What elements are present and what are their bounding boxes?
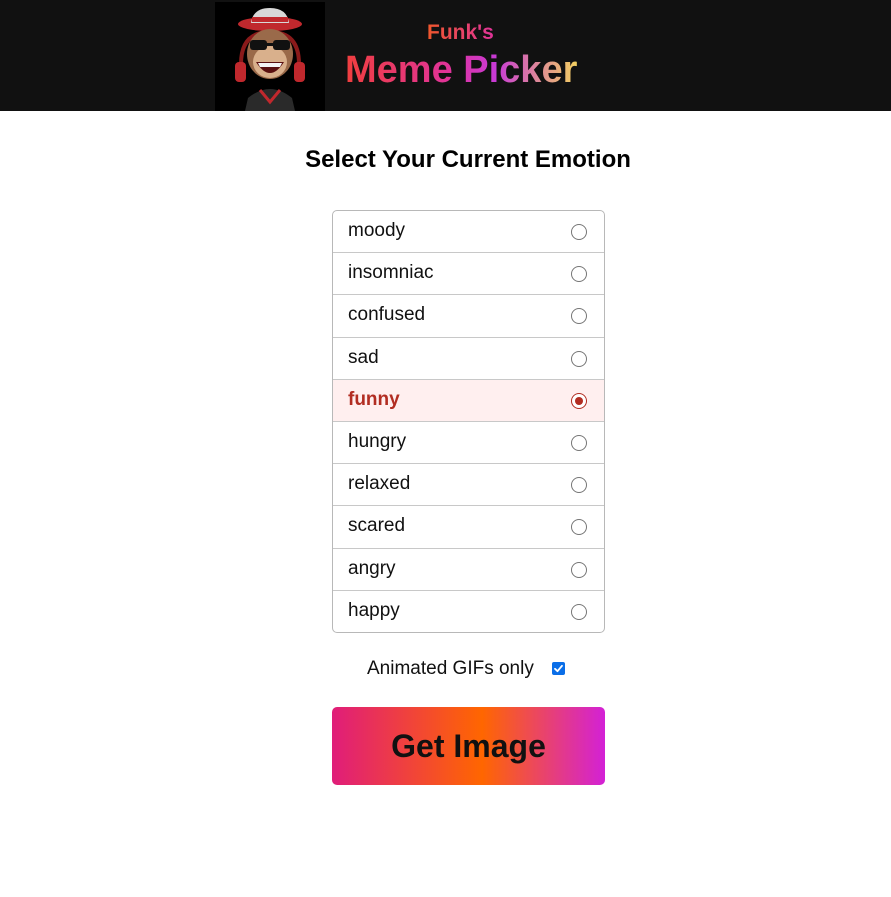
emotion-label[interactable]: relaxed bbox=[348, 473, 410, 495]
monkey-dj-logo-icon bbox=[215, 2, 325, 111]
emotion-radio-button[interactable] bbox=[571, 603, 587, 620]
site-header: Funk's Meme Picker bbox=[0, 0, 891, 111]
emotion-option-confused[interactable]: confused bbox=[333, 295, 604, 338]
emotion-label[interactable]: hungry bbox=[348, 431, 406, 453]
brand-title: Meme Picker bbox=[345, 49, 578, 91]
emotion-label[interactable]: confused bbox=[348, 304, 425, 326]
emotion-radio-button[interactable] bbox=[571, 477, 587, 494]
brand-subtitle: Funk's bbox=[427, 21, 494, 44]
emotion-option-hungry[interactable]: hungry bbox=[333, 422, 604, 465]
emotion-label[interactable]: insomniac bbox=[348, 262, 434, 284]
emotion-label[interactable]: moody bbox=[348, 220, 405, 242]
gif-option-label[interactable]: Animated GIFs only bbox=[367, 658, 534, 680]
emotion-radio-button[interactable] bbox=[571, 266, 587, 283]
emotion-label[interactable]: funny bbox=[348, 389, 400, 411]
emotion-label[interactable]: angry bbox=[348, 558, 396, 580]
emotion-label[interactable]: happy bbox=[348, 600, 400, 622]
emotion-option-happy[interactable]: happy bbox=[333, 591, 604, 632]
emotion-radio-button[interactable] bbox=[571, 308, 587, 325]
emotion-radio-button[interactable] bbox=[571, 519, 587, 536]
get-image-button-label: Get Image bbox=[391, 728, 546, 764]
gif-only-checkbox[interactable] bbox=[552, 662, 565, 675]
emotion-option-relaxed[interactable]: relaxed bbox=[333, 464, 604, 507]
emotion-option-insomniac[interactable]: insomniac bbox=[333, 253, 604, 296]
emotion-radio-button[interactable] bbox=[571, 350, 587, 367]
emotion-label[interactable]: scared bbox=[348, 515, 405, 537]
emotion-option-angry[interactable]: angry bbox=[333, 549, 604, 591]
get-image-button[interactable]: Get Image bbox=[332, 707, 605, 785]
emotion-radio-button[interactable] bbox=[571, 392, 587, 409]
emotion-radio-button[interactable] bbox=[571, 434, 587, 451]
emotion-option-moody[interactable]: moody bbox=[333, 211, 604, 254]
emotion-radio-button[interactable] bbox=[571, 561, 587, 578]
emotion-label[interactable]: sad bbox=[348, 347, 379, 369]
emotion-option-funny[interactable]: funny bbox=[333, 379, 604, 422]
emotion-radio-button[interactable] bbox=[571, 224, 587, 240]
emotion-radio-list: moody insomniac confused sad funny hungry rela… bbox=[332, 210, 605, 633]
page-heading: Select Your Current Emotion bbox=[305, 146, 631, 173]
checkmark-icon bbox=[554, 664, 563, 673]
emotion-option-scared[interactable]: scared bbox=[333, 506, 604, 549]
emotion-option-sad[interactable]: sad bbox=[333, 338, 604, 380]
